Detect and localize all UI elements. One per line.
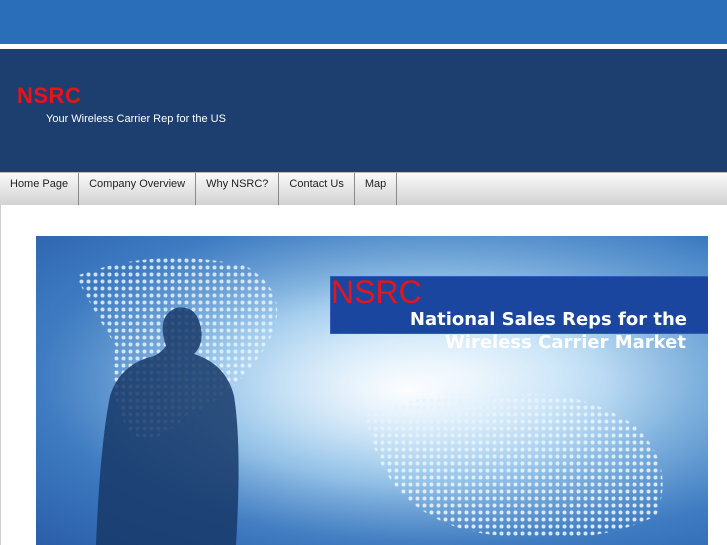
nav-why-nsrc[interactable]: Why NSRC? bbox=[196, 173, 280, 205]
nav-home-page[interactable]: Home Page bbox=[0, 173, 80, 205]
site-logo-text[interactable]: NSRC bbox=[17, 83, 81, 109]
nav-company-overview[interactable]: Company Overview bbox=[79, 173, 197, 205]
site-tagline: Your Wireless Carrier Rep for the US bbox=[46, 113, 226, 125]
site-header: NSRC Your Wireless Carrier Rep for the U… bbox=[0, 49, 727, 172]
banner-headline-line2: Wireless Carrier Market bbox=[444, 332, 686, 353]
nav-contact-us[interactable]: Contact Us bbox=[279, 173, 355, 205]
hero-banner: NSRC National Sales Reps for the Wireles… bbox=[36, 236, 708, 545]
main-navigation: Home Page Company Overview Why NSRC? Con… bbox=[0, 172, 727, 206]
top-bar bbox=[0, 0, 727, 44]
banner-text-overlay: Wireless Carrier Market bbox=[330, 276, 708, 372]
nav-map[interactable]: Map bbox=[355, 173, 398, 205]
